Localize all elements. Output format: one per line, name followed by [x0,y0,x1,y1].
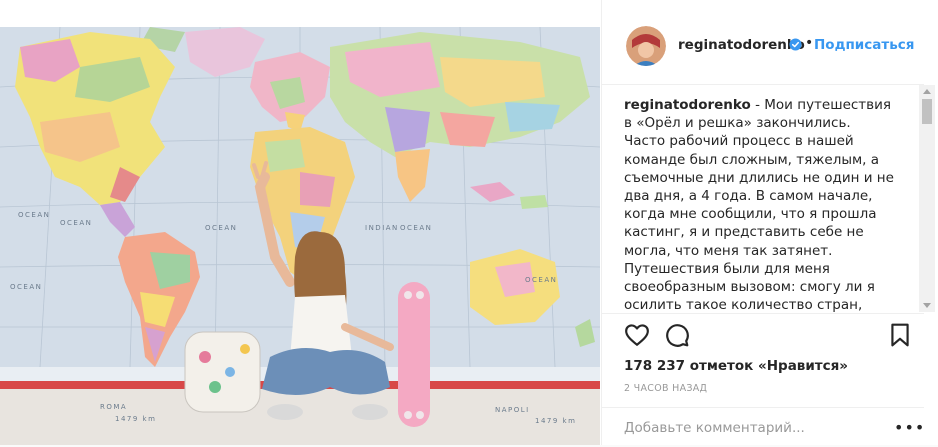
pink-skateboard [398,282,430,427]
header-username[interactable]: reginatodorenko [678,37,805,53]
map-label-ocean-w: OCEAN [18,211,50,219]
map-label-ocean-c: OCEAN [205,224,237,232]
post-header: reginatodorenko • Подписаться [602,0,924,85]
map-label-roma: ROMA [100,403,127,411]
separator-dot: • [805,35,814,51]
post-photo[interactable]: OCEAN OCEAN OCEAN INDIAN OCEAN OCEAN OCE… [0,27,600,445]
map-label-dist2: 1479 km [535,417,576,425]
heart-icon[interactable] [624,322,650,348]
map-label-ocean-w2: OCEAN [60,219,92,227]
add-comment-row: ••• [602,407,924,447]
world-map-wall-image: OCEAN OCEAN OCEAN INDIAN OCEAN OCEAN OCE… [0,27,600,445]
follow-button[interactable]: Подписаться [814,37,914,53]
post-timestamp[interactable]: 2 ЧАСОВ НАЗАД [624,383,707,394]
caption-text: - Мои путешествия в «Орёл и решка» закон… [624,97,894,312]
more-options-button[interactable]: ••• [894,418,925,437]
map-label-ocean-c2: OCEAN [400,224,432,232]
avatar[interactable] [626,26,666,66]
caption-area[interactable]: reginatodorenko - Мои путешествия в «Орё… [602,85,924,312]
caption: reginatodorenko - Мои путешествия в «Орё… [624,96,894,312]
map-label-ocean-e: OCEAN [525,276,557,284]
map-label-napoli: NAPOLI [495,406,530,414]
scroll-down-arrow-icon[interactable] [923,303,931,308]
post-side-panel: reginatodorenko • Подписаться reginatodo… [601,0,938,445]
comment-input[interactable] [624,418,884,438]
likes-count[interactable]: 178 237 отметок «Нравится» [624,358,848,374]
comment-icon[interactable] [664,322,690,348]
backpack [184,331,261,413]
caption-scrollbar[interactable] [919,85,935,312]
bookmark-icon[interactable] [887,322,913,348]
scroll-thumb[interactable] [922,99,932,124]
instagram-post-modal: OCEAN OCEAN OCEAN INDIAN OCEAN OCEAN OCE… [0,0,938,445]
post-actions: 178 237 отметок «Нравится» 2 ЧАСОВ НАЗАД… [602,313,924,446]
map-label-dist1: 1479 km [115,415,156,423]
scroll-up-arrow-icon[interactable] [923,89,931,94]
caption-username[interactable]: reginatodorenko [624,97,751,113]
verified-badge-icon [789,38,802,51]
map-label-ocean-sw: OCEAN [10,283,42,291]
map-label-indian: INDIAN [365,224,399,232]
